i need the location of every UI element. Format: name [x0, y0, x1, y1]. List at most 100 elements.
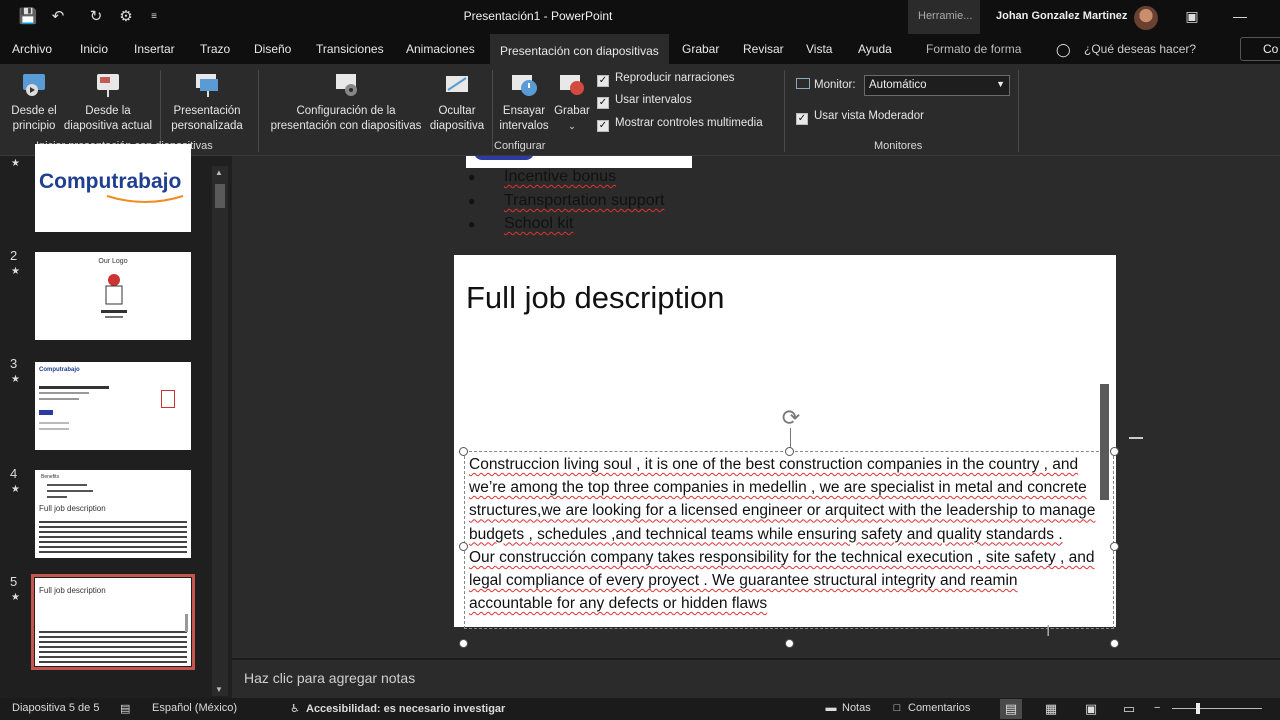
ribbon-display-options-icon[interactable]: ▣ [1180, 8, 1204, 25]
checkmark-icon: ✓ [597, 120, 609, 132]
slide-editing-area[interactable]: ● Incentive bonus ● Transportation support… [232, 156, 1280, 658]
slide-number-5: 5 [10, 574, 18, 589]
tab-insertar[interactable]: Insertar [134, 42, 175, 56]
tab-presentacion[interactable]: Presentación con diapositivas [490, 34, 669, 64]
notes-placeholder[interactable]: Haz clic para agregar notas [244, 670, 415, 686]
monitor-icon [796, 78, 810, 89]
hide-slide-button[interactable]: Ocultar diapositiva [426, 70, 488, 134]
title-bar: 💾 ↶ ↻ ⚙ ≡ Presentación1 - PowerPoint Her… [0, 0, 1280, 34]
tab-revisar[interactable]: Revisar [743, 42, 784, 56]
resize-handle-n[interactable] [785, 447, 794, 456]
resize-handle-w[interactable] [459, 542, 468, 551]
current-slide[interactable]: Full job description Construccion living… [454, 255, 1116, 629]
use-timings-checkbox[interactable]: ✓ Usar intervalos [597, 94, 692, 109]
avatar[interactable] [1134, 6, 1158, 30]
text-cursor-icon: I [1046, 623, 1051, 640]
zoom-slider[interactable] [1172, 708, 1262, 709]
ribbon: Desde el principio Desde la diapositiva … [0, 64, 1280, 156]
chevron-down-icon: ⌄ [568, 121, 576, 131]
spelling-icon[interactable]: ▤ [120, 702, 130, 715]
divider [1018, 70, 1019, 152]
body-text-box[interactable]: Construccion living soul , it is one of … [464, 451, 1114, 629]
slide-thumbnail-panel: ★ Computrabajo 2 ★ Our Logo 3 ★ Computra… [0, 144, 232, 698]
record-button[interactable]: Grabar ⌄ [552, 70, 592, 134]
slide-sorter-icon[interactable]: ▦ [1040, 699, 1062, 719]
dropdown-arrow-icon: ▼ [996, 79, 1005, 89]
rehearse-timings-button[interactable]: Ensayar intervalos [496, 70, 552, 134]
resize-handle-se[interactable] [1110, 639, 1119, 648]
resize-handle-sw[interactable] [459, 639, 468, 648]
thumb-logo-text: Computrabajo [39, 170, 182, 193]
animation-star-icon: ★ [11, 158, 20, 169]
tab-transiciones[interactable]: Transiciones [316, 42, 384, 56]
prev-slide-bullet: ● Incentive bonus [468, 168, 617, 185]
tab-grabar[interactable]: Grabar [682, 42, 719, 56]
tell-me-input[interactable]: ¿Qué deseas hacer? [1084, 42, 1196, 56]
notes-pane[interactable]: Haz clic para agregar notas [232, 658, 1280, 698]
slide-number-2: 2 [10, 248, 18, 263]
reading-view-icon[interactable]: ▣ [1080, 699, 1102, 719]
show-media-controls-checkbox[interactable]: ✓ Mostrar controles multimedia [597, 117, 763, 132]
user-name[interactable]: Johan Gonzalez Martinez [996, 10, 1127, 22]
setup-slideshow-button[interactable]: Configuración de la presentación con dia… [266, 70, 426, 134]
thumb-content: Computrabajo [39, 367, 80, 373]
slide-body-text[interactable]: Construccion living soul , it is one of … [469, 453, 1105, 615]
resize-handle-s[interactable] [785, 639, 794, 648]
body-paragraph[interactable]: Our construcción company takes responsib… [469, 546, 1105, 616]
monitor-select[interactable]: Automático ▼ [864, 75, 1010, 96]
slide-thumbnail-4[interactable]: Benefits Full job description [35, 470, 191, 558]
setup-icon [331, 70, 361, 100]
tab-diseno[interactable]: Diseño [254, 42, 291, 56]
scroll-up-icon[interactable]: ▲ [215, 168, 223, 177]
resize-handle-nw[interactable] [459, 447, 468, 456]
rotate-handle-icon[interactable]: ⟳ [779, 407, 803, 431]
slide-title[interactable]: Full job description [466, 280, 724, 316]
comments-button[interactable]: □ Comentarios [890, 702, 971, 714]
thumb-content: Full job description [39, 586, 106, 595]
previous-slide-edge [466, 156, 692, 168]
slide-thumbnail-5[interactable]: Full job description [31, 574, 195, 670]
prev-slide-bullet: ● Transportation support [468, 192, 665, 209]
tab-trazo[interactable]: Trazo [200, 42, 230, 56]
monitor-label: Monitor: [796, 78, 856, 91]
notes-button[interactable]: ▬ Notas [824, 702, 871, 714]
status-bar: Diapositiva 5 de 5 ▤ Español (México) ♿ A… [0, 698, 1280, 720]
hide-slide-icon [442, 70, 472, 100]
slideshow-view-icon[interactable]: ▭ [1118, 699, 1140, 719]
accessibility-status[interactable]: ♿ Accesibilidad: es necesario investigar [288, 702, 505, 715]
record-icon [557, 70, 587, 100]
text-scrollbar[interactable] [1100, 384, 1109, 500]
from-beginning-button[interactable]: Desde el principio [6, 70, 62, 134]
slide-thumbnail-2[interactable]: Our Logo [35, 252, 191, 340]
from-current-slide-button[interactable]: Desde la diapositiva actual [60, 70, 156, 134]
zoom-out-icon[interactable]: − [1154, 702, 1160, 714]
resize-handle-ne[interactable] [1110, 447, 1119, 456]
share-button[interactable]: Co [1240, 37, 1280, 61]
slide-counter: Diapositiva 5 de 5 [12, 702, 100, 714]
thumbnail-scrollbar[interactable]: ▲ ▼ [212, 166, 228, 696]
play-narrations-checkbox[interactable]: ✓ Reproducir narraciones [597, 72, 735, 87]
body-paragraph[interactable]: Construccion living soul , it is one of … [469, 453, 1105, 546]
custom-show-button[interactable]: Presentación personalizada [162, 70, 252, 134]
tab-inicio[interactable]: Inicio [80, 42, 108, 56]
checkmark-icon: ✓ [796, 113, 808, 125]
presenter-view-checkbox[interactable]: ✓ Usar vista Moderador [796, 110, 924, 125]
slide-thumbnail-3[interactable]: Computrabajo [35, 362, 191, 450]
language[interactable]: Español (México) [152, 702, 237, 714]
scroll-thumb[interactable] [215, 184, 225, 208]
tab-archivo[interactable]: Archivo [12, 42, 52, 56]
tab-formato-de-forma[interactable]: Formato de forma [926, 42, 1021, 56]
lightbulb-icon: ◯ [1056, 42, 1071, 57]
tab-ayuda[interactable]: Ayuda [858, 42, 892, 56]
normal-view-icon[interactable]: ▤ [1000, 699, 1022, 719]
minimize-icon[interactable]: — [1228, 8, 1252, 24]
slide-thumbnail-1[interactable]: Computrabajo [35, 144, 191, 232]
checkmark-icon: ✓ [597, 75, 609, 87]
zoom-slider-thumb[interactable] [1196, 703, 1200, 714]
animation-star-icon: ★ [11, 592, 20, 603]
scroll-down-icon[interactable]: ▼ [215, 685, 223, 694]
resize-handle-e[interactable] [1110, 542, 1119, 551]
slideshow-start-icon [19, 70, 49, 100]
tab-animaciones[interactable]: Animaciones [406, 42, 475, 56]
tab-vista[interactable]: Vista [806, 42, 832, 56]
